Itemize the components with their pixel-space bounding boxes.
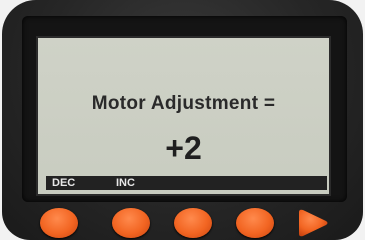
softkey-label-inc: INC xyxy=(116,177,135,189)
next-button[interactable] xyxy=(296,208,330,238)
inc-button[interactable] xyxy=(112,208,150,238)
motor-adjustment-label: Motor Adjustment = xyxy=(91,93,276,114)
softkey-3-button[interactable] xyxy=(174,208,212,238)
lcd-screen: Motor Adjustment = +2 DEC INC xyxy=(36,36,331,196)
softkey-4-button[interactable] xyxy=(236,208,274,238)
softkey-label-bar: DEC INC xyxy=(46,176,327,190)
controller-device: Motor Adjustment = +2 DEC INC xyxy=(0,0,365,240)
motor-adjustment-value: +2 xyxy=(165,130,202,166)
dec-button[interactable] xyxy=(40,208,78,238)
softkey-label-dec: DEC xyxy=(52,177,76,189)
right-arrow-icon xyxy=(299,209,328,237)
